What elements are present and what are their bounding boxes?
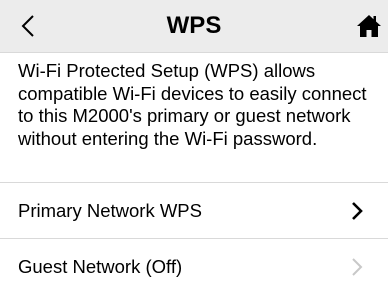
guest-network-row[interactable]: Guest Network (Off) — [0, 239, 388, 295]
wps-description: Wi-Fi Protected Setup (WPS) allows compa… — [18, 60, 367, 149]
home-icon — [357, 15, 381, 37]
chevron-right-icon — [350, 199, 364, 223]
header-divider — [0, 52, 388, 53]
chevron-right-icon — [350, 255, 364, 279]
home-button[interactable] — [354, 12, 384, 40]
page-title: WPS — [166, 12, 222, 39]
guest-network-label: Guest Network (Off) — [18, 256, 183, 277]
header-bar: WPS — [0, 0, 388, 52]
primary-network-wps-row[interactable]: Primary Network WPS — [0, 183, 388, 239]
primary-network-wps-label: Primary Network WPS — [18, 200, 202, 221]
